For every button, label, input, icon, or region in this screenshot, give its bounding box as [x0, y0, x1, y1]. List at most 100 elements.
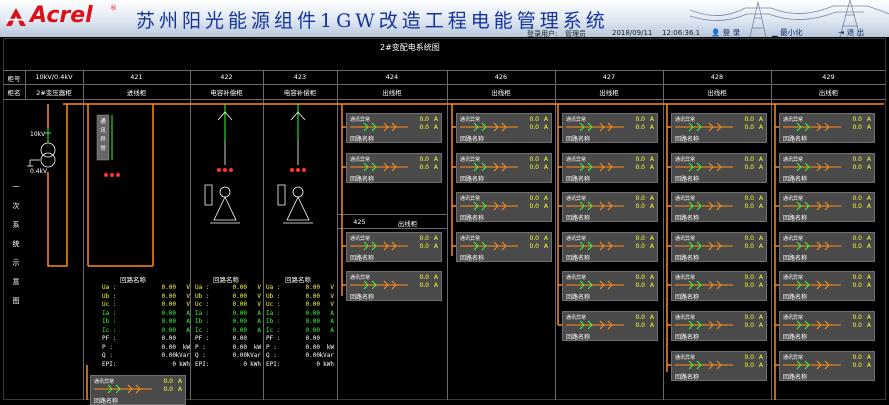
- breaker-switch-icon: [675, 122, 733, 132]
- breaker-switch-icon: [566, 201, 624, 211]
- measure-value: 0.00: [232, 309, 247, 317]
- measure-key: Ic :: [266, 326, 281, 334]
- measure-key: Ib :: [102, 318, 117, 325]
- measure-value: 0.00: [305, 326, 320, 334]
- feeder-panel[interactable]: 通讯异常 0.0 0.0 A A 回路名称: [779, 153, 875, 183]
- feeder-panel[interactable]: 通讯异常 0.0 0.0 A A 回路名称: [456, 232, 552, 262]
- current-value: 0.0: [529, 164, 539, 171]
- current-unit: A: [433, 116, 438, 123]
- current-unit: A: [649, 124, 654, 131]
- breaker-switch-icon: [783, 280, 841, 290]
- current-unit: A: [543, 164, 548, 171]
- measure-key: Ib :: [195, 318, 210, 325]
- measure-unit: kWh: [250, 360, 261, 368]
- feeder-panel[interactable]: 通讯异常 0.0 0.0 A A 回路名称: [346, 153, 442, 183]
- breaker-status-tag: 通讯异常: [100, 119, 106, 152]
- current-unit: A: [758, 124, 763, 131]
- feeder-panel[interactable]: 通讯异常 0.0 0.0 A A 回路名称: [779, 351, 875, 381]
- breaker-switch-icon: [675, 320, 733, 330]
- current-value: 0.0: [635, 314, 645, 321]
- feeder-panel[interactable]: 通讯异常 0.0 0.0 A A 回路名称: [562, 113, 658, 143]
- measure-unit: kW: [182, 343, 190, 351]
- current-unit: A: [433, 164, 438, 171]
- feeder-panel[interactable]: 通讯异常 0.0 0.0 A A 回路名称: [562, 232, 658, 262]
- measure-key: P :: [102, 343, 113, 351]
- feeder-panel[interactable]: 通讯异常 0.0 0.0 A A 回路名称: [671, 192, 767, 222]
- current-unit: A: [758, 164, 763, 171]
- measure-row: Q : 0.00 kVar: [195, 352, 261, 361]
- current-unit: A: [649, 282, 654, 289]
- current-unit: A: [866, 282, 871, 289]
- feeder-panel[interactable]: 通讯异常 0.0 0.0 A A 回路名称: [671, 311, 767, 341]
- measure-value: 0.00: [232, 335, 247, 342]
- feeder-panel[interactable]: 通讯异常 0.0 0.0 A A 回路名称: [346, 232, 442, 262]
- feeder-panel[interactable]: 通讯异常 0.0 0.0 A A 回路名称: [456, 153, 552, 183]
- current-value: 0.0: [852, 354, 862, 361]
- measure-row: Ic : 0.00 A: [266, 327, 334, 336]
- measure-block: Ua :0.00 V Ub :0.00 V Uc :0.00 V Ia :0.00 A Ib :…: [195, 284, 261, 369]
- feeder-panel[interactable]: 通讯异常 0.0 0.0 A A 回路名称: [671, 351, 767, 381]
- feeder-panel[interactable]: 通讯异常 0.0 0.0 A A 回路名称: [779, 232, 875, 262]
- current-value: 0.0: [744, 235, 754, 242]
- current-unit: A: [866, 314, 871, 321]
- feeder-panel[interactable]: 通讯异常 0.0 0.0 A A 回路名称: [562, 271, 658, 301]
- measure-value: 0.00: [305, 292, 320, 300]
- measure-key: EPI:: [266, 360, 281, 368]
- current-value: 0.0: [744, 243, 754, 250]
- feeder-panel[interactable]: 通讯异常 0.0 0.0 A A 回路名称: [779, 192, 875, 222]
- current-value: 0.0: [852, 203, 862, 210]
- breaker-switch-icon: [675, 241, 733, 251]
- loop-name: 回路名称: [566, 294, 591, 301]
- measure-unit: V: [186, 292, 190, 300]
- measure-value: 0.00: [161, 292, 176, 300]
- current-value: 0.0: [635, 203, 645, 210]
- current-value: 0.0: [635, 322, 645, 329]
- measure-key: Ub :: [195, 292, 210, 300]
- feeder-panel[interactable]: 通讯异常 0.0 0.0 A A 回路名称: [90, 375, 186, 405]
- feeder-panel[interactable]: 通讯异常 0.0 0.0 A A 回路名称: [779, 311, 875, 341]
- measure-key: PF :: [195, 335, 210, 342]
- loop-name: 回路名称: [783, 374, 808, 381]
- measure-value: 0.00: [305, 301, 320, 308]
- loop-name: 回路名称: [460, 136, 485, 143]
- current-unit: A: [543, 116, 548, 123]
- loop-name: 回路名称: [94, 398, 119, 405]
- measure-block: Ua :0.00 V Ub :0.00 V Uc :0.00 V Ia :0.00 A Ib :…: [102, 284, 190, 369]
- feeder-panel[interactable]: 通讯异常 0.0 0.0 A A 回路名称: [779, 113, 875, 143]
- feeder-panel[interactable]: 通讯异常 0.0 0.0 A A 回路名称: [562, 311, 658, 341]
- measure-value: 0.00: [232, 318, 247, 325]
- feeder-panel[interactable]: 通讯异常 0.0 0.0 A A 回路名称: [671, 113, 767, 143]
- current-value: 0.0: [744, 164, 754, 171]
- measure-row: Ia : 0.00 A: [102, 310, 190, 319]
- feeder-panel[interactable]: 通讯异常 0.0 0.0 A A 回路名称: [562, 192, 658, 222]
- measure-unit: V: [257, 284, 261, 291]
- current-value: 0.0: [419, 156, 429, 163]
- loop-name: 回路名称: [675, 176, 700, 183]
- current-unit: A: [543, 156, 548, 163]
- current-value: 0.0: [852, 282, 862, 289]
- feeder-panel[interactable]: 通讯异常 0.0 0.0 A A 回路名称: [779, 271, 875, 301]
- current-unit: A: [758, 195, 763, 202]
- loop-name: 回路名称: [566, 334, 591, 341]
- current-unit: A: [433, 235, 438, 242]
- current-value: 0.0: [419, 282, 429, 289]
- measure-title: 回路名称: [120, 276, 146, 284]
- current-value: 0.0: [852, 274, 862, 281]
- loop-name: 回路名称: [783, 334, 808, 341]
- current-value: 0.0: [744, 203, 754, 210]
- feeder-panel[interactable]: 通讯异常 0.0 0.0 A A 回路名称: [346, 271, 442, 301]
- breaker-switch-icon: [566, 122, 624, 132]
- feeder-panel[interactable]: 通讯异常 0.0 0.0 A A 回路名称: [671, 232, 767, 262]
- feeder-panel[interactable]: 通讯异常 0.0 0.0 A A 回路名称: [671, 271, 767, 301]
- current-unit: A: [649, 274, 654, 281]
- feeder-panel[interactable]: 通讯异常 0.0 0.0 A A 回路名称: [346, 113, 442, 143]
- current-value: 0.0: [744, 314, 754, 321]
- feeder-panel[interactable]: 通讯异常 0.0 0.0 A A 回路名称: [456, 192, 552, 222]
- current-unit: A: [433, 124, 438, 131]
- current-value: 0.0: [529, 156, 539, 163]
- feeder-panel[interactable]: 通讯异常 0.0 0.0 A A 回路名称: [562, 153, 658, 183]
- feeder-panel[interactable]: 通讯异常 0.0 0.0 A A 回路名称: [456, 113, 552, 143]
- measure-unit: A: [257, 309, 261, 317]
- feeder-panel[interactable]: 通讯异常 0.0 0.0 A A 回路名称: [671, 153, 767, 183]
- current-unit: A: [649, 164, 654, 171]
